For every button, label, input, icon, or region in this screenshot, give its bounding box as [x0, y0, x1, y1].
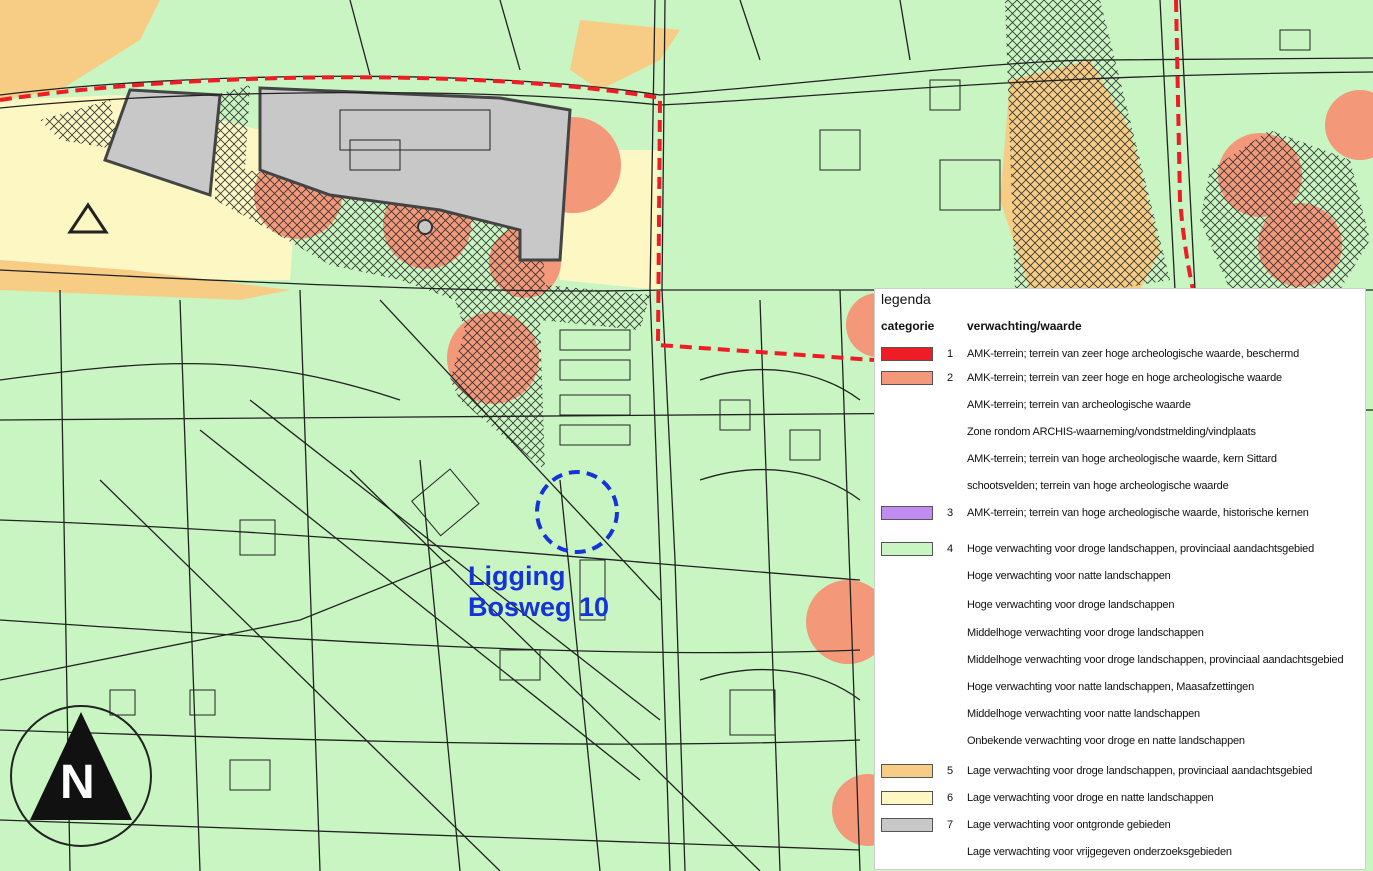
legend-row-label: Lage verwachting voor droge en natte lan… [967, 792, 1214, 804]
legend-category-number: 3 [947, 507, 953, 519]
legend-row-label: Zone rondom ARCHIS-waarneming/vondstmeld… [967, 426, 1256, 438]
legend-swatch [881, 791, 933, 805]
legend-row-label: Hoge verwachting voor droge landschappen… [967, 543, 1314, 555]
legend-row: Lage verwachting voor vrijgegeven onderz… [875, 843, 1365, 863]
legend-swatch [881, 542, 933, 556]
legend-row-label: Hoge verwachting voor droge landschappen [967, 599, 1175, 611]
legend-row-label: Middelhoge verwachting voor droge landsc… [967, 654, 1344, 666]
legend-row: AMK-terrein; terrein van hoge archeologi… [875, 450, 1365, 470]
legend-column-category: categorie [881, 319, 935, 333]
legend-row: 1 AMK-terrein; terrein van zeer hoge arch… [875, 345, 1365, 365]
legend-row-label: Hoge verwachting voor natte landschappen… [967, 681, 1255, 693]
legend-row: 4 Hoge verwachting voor droge landschappe… [875, 540, 1365, 560]
location-label: Ligging Bosweg 10 [468, 561, 609, 623]
legend-row: Middelhoge verwachting voor natte landsc… [875, 705, 1365, 725]
legend-row: Middelhoge verwachting voor droge landsc… [875, 651, 1365, 671]
legend-row: Zone rondom ARCHIS-waarneming/vondstmeld… [875, 423, 1365, 443]
legend-row-label: Middelhoge verwachting voor natte landsc… [967, 708, 1200, 720]
legend-swatch [881, 347, 933, 361]
legend-row: 7 Lage verwachting voor ontgronde gebiede… [875, 816, 1365, 836]
north-label: N [60, 756, 95, 809]
legend-row: 2 AMK-terrein; terrein van zeer hoge en h… [875, 369, 1365, 389]
location-label-line2: Bosweg 10 [468, 592, 610, 622]
legend-row-label: Lage verwachting voor ontgronde gebieden [967, 819, 1171, 831]
legend-row: 6 Lage verwachting voor droge en natte la… [875, 789, 1365, 809]
legend-category-number: 6 [947, 792, 953, 804]
legend-row-label: AMK-terrein; terrein van hoge archeologi… [967, 453, 1277, 465]
legend-row: Hoge verwachting voor droge landschappen [875, 596, 1365, 616]
legend-row-label: schootsvelden; terrein van hoge archeolo… [967, 480, 1229, 492]
legend-row-label: Middelhoge verwachting voor droge landsc… [967, 627, 1204, 639]
legend-panel: legenda categorie verwachting/waarde 1 AM… [874, 288, 1366, 870]
legend-row: Middelhoge verwachting voor droge landsc… [875, 624, 1365, 644]
legend-row-label: Hoge verwachting voor natte landschappen [967, 570, 1171, 582]
location-label-line1: Ligging [468, 561, 566, 591]
legend-swatch [881, 506, 933, 520]
legend-row: 3 AMK-terrein; terrein van hoge archeolog… [875, 504, 1365, 524]
legend-row: schootsvelden; terrein van hoge archeolo… [875, 477, 1365, 497]
legend-category-number: 5 [947, 765, 953, 777]
legend-category-number: 2 [947, 372, 953, 384]
legend-row: Hoge verwachting voor natte landschappen [875, 567, 1365, 587]
legend-row: Onbekende verwachting voor droge en natt… [875, 732, 1365, 752]
legend-row: Hoge verwachting voor natte landschappen… [875, 678, 1365, 698]
legend-row-label: Lage verwachting voor vrijgegeven onderz… [967, 846, 1232, 858]
legend-swatch [881, 764, 933, 778]
legend-row-label: Onbekende verwachting voor droge en natt… [967, 735, 1245, 747]
legend-category-number: 4 [947, 543, 953, 555]
legend-column-value: verwachting/waarde [967, 319, 1082, 333]
legend-row-label: AMK-terrein; terrein van zeer hoge en ho… [967, 372, 1282, 384]
legend-swatch [881, 371, 933, 385]
legend-title: legenda [881, 291, 931, 307]
legend-category-number: 1 [947, 348, 953, 360]
legend-row-label: AMK-terrein; terrein van archeologische … [967, 399, 1191, 411]
legend-swatch [881, 818, 933, 832]
legend-row-label: AMK-terrein; terrein van hoge archeologi… [967, 507, 1309, 519]
small-circle-marker [417, 219, 433, 235]
legend-row: AMK-terrein; terrein van archeologische … [875, 396, 1365, 416]
legend-row-label: AMK-terrein; terrein van zeer hoge arche… [967, 348, 1300, 360]
legend-row-label: Lage verwachting voor droge landschappen… [967, 765, 1313, 777]
legend-category-number: 7 [947, 819, 953, 831]
legend-row: 5 Lage verwachting voor droge landschappe… [875, 762, 1365, 782]
